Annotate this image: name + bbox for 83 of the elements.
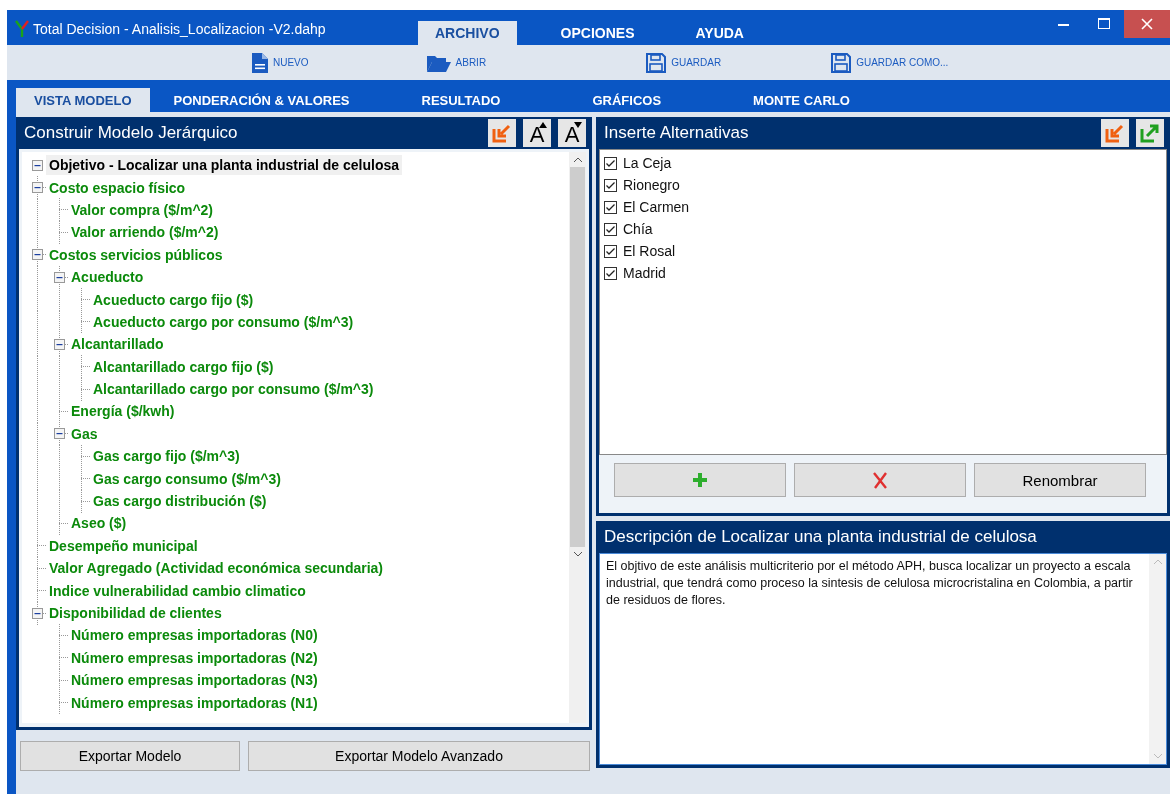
tree-node[interactable]: Valor arriendo ($/m^2) — [68, 222, 222, 243]
window-title: Total Decision - Analisis_Localizacion -V2.dahp — [33, 21, 327, 39]
tree-node[interactable]: Gas cargo consumo ($/m^3) — [90, 468, 284, 489]
triangle-down-icon — [574, 122, 582, 128]
checkbox[interactable] — [604, 156, 617, 170]
collapse-icon[interactable] — [54, 428, 65, 440]
panel-title: Inserte Alternativas — [603, 123, 749, 143]
tree-node[interactable]: Valor Agregado (Actividad económica secundaria) — [46, 558, 387, 579]
app-logo-icon — [15, 20, 29, 38]
collapse-icon[interactable] — [32, 159, 43, 171]
export-button[interactable]: Exportar Modelo — [20, 741, 240, 771]
menu-tab[interactable]: ARCHIVO — [418, 21, 517, 45]
tree-node[interactable]: Aseo ($) — [68, 513, 130, 534]
import-arrow-icon — [1105, 123, 1125, 143]
tree-node[interactable]: Gas cargo distribución ($) — [90, 491, 270, 512]
panel-title: Construir Modelo Jerárquico — [23, 123, 238, 143]
import-button[interactable] — [488, 119, 516, 147]
toolbar-button[interactable]: GUARDAR COMO... — [831, 52, 949, 73]
panel-title: Descripción de Localizar una planta industrial de celulosa — [603, 527, 1037, 547]
toolbar-button[interactable]: GUARDAR — [646, 52, 722, 73]
toolbar-button[interactable]: NUEVO — [252, 52, 309, 73]
close-icon — [1141, 18, 1153, 30]
tree-node[interactable]: Acueducto cargo fijo ($) — [90, 289, 257, 310]
alternative-label: El Carmen — [623, 199, 690, 215]
checkbox[interactable] — [604, 266, 617, 280]
delete-x-icon — [871, 471, 889, 489]
tree-node[interactable]: Gas cargo fijo ($/m^3) — [90, 446, 243, 467]
scrollbar[interactable] — [569, 152, 586, 723]
tree-node[interactable]: Valor compra ($/m^2) — [68, 199, 216, 220]
export-button[interactable] — [1136, 119, 1164, 147]
document-icon — [252, 52, 268, 73]
tab[interactable]: RESULTADO — [405, 88, 517, 112]
tree-node[interactable]: Costo espacio físico — [46, 177, 189, 198]
tab[interactable]: VISTA MODELO — [16, 88, 150, 112]
tree-node[interactable]: Acueducto — [68, 267, 147, 288]
tab[interactable]: GRÁFICOS — [576, 88, 678, 112]
checkbox[interactable] — [604, 222, 617, 236]
alternative-label: Rionegro — [623, 177, 680, 193]
tree-node[interactable]: Alcantarillado — [68, 334, 167, 355]
tree-node[interactable]: Indice vulnerabilidad cambio climatico — [46, 580, 309, 601]
tab[interactable]: MONTE CARLO — [737, 88, 866, 112]
checkbox[interactable] — [604, 244, 617, 258]
menu-tab[interactable]: OPCIONES — [543, 21, 652, 45]
tree-node[interactable]: Energía ($/kwh) — [68, 401, 178, 422]
tree-node[interactable]: Alcantarillado cargo por consumo ($/m^3) — [90, 379, 377, 400]
alternative-label: La Ceja — [623, 155, 672, 171]
export-button[interactable]: Exportar Modelo Avanzado — [248, 741, 590, 771]
checkbox[interactable] — [604, 178, 617, 192]
collapse-icon[interactable] — [54, 338, 65, 350]
tree-node[interactable]: Objetivo - Localizar una planta industrial de celulosa — [46, 155, 403, 176]
rename-button[interactable]: Renombrar — [974, 463, 1146, 497]
tree-node[interactable]: Costos servicios públicos — [46, 244, 226, 265]
tree-node[interactable]: Desempeño municipal — [46, 535, 201, 556]
maximize-icon — [1098, 18, 1110, 30]
import-arrow-icon — [492, 123, 512, 143]
alternative-label: El Rosal — [623, 243, 676, 259]
tree-node[interactable]: Acueducto cargo por consumo ($/m^3) — [90, 311, 357, 332]
menu-tab[interactable]: AYUDA — [678, 21, 761, 45]
tree-node[interactable]: Alcantarillado cargo fijo ($) — [90, 356, 277, 377]
tree-node[interactable]: Disponibilidad de clientes — [46, 603, 225, 623]
alternative-label: Madrid — [623, 265, 666, 281]
collapse-icon[interactable] — [32, 182, 43, 194]
scroll-down-icon[interactable] — [572, 551, 583, 557]
font-size-button[interactable]: A — [558, 119, 586, 147]
toolbar-button[interactable]: ABRIR — [426, 53, 487, 72]
tree-node[interactable]: Número empresas importadoras (N2) — [68, 647, 321, 668]
export-arrow-icon — [1140, 123, 1160, 143]
checkbox[interactable] — [604, 200, 617, 214]
collapse-icon[interactable] — [32, 607, 43, 619]
plus-icon — [692, 472, 708, 488]
import-button[interactable] — [1101, 119, 1129, 147]
font-size-button[interactable]: A — [523, 119, 551, 147]
triangle-up-icon — [539, 122, 547, 128]
alternative-label: Chía — [623, 221, 653, 237]
folder-icon — [426, 53, 451, 72]
collapse-icon[interactable] — [32, 249, 43, 261]
collapse-icon[interactable] — [54, 271, 65, 283]
tree-node[interactable]: Número empresas importadoras (N3) — [68, 670, 321, 691]
tree-node[interactable]: Número empresas importadoras (N1) — [68, 692, 321, 713]
scroll-up-icon[interactable] — [572, 157, 583, 163]
tree-node[interactable]: Gas — [68, 423, 101, 444]
tree-node[interactable]: Número empresas importadoras (N0) — [68, 625, 321, 646]
tab[interactable]: PONDERACIÓN & VALORES — [157, 88, 366, 112]
